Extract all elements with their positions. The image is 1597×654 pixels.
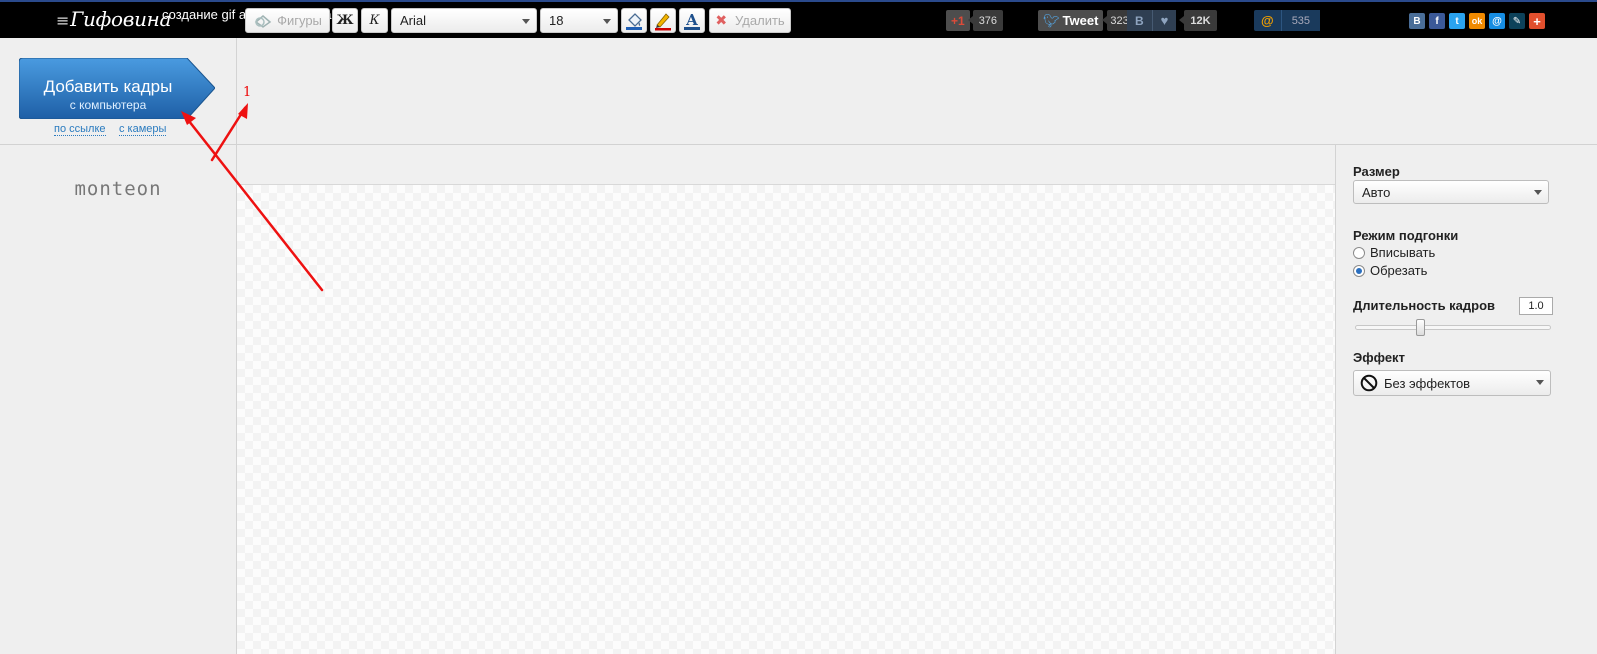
chevron-down-icon bbox=[1534, 190, 1542, 199]
shapes-button[interactable]: Фигуры bbox=[245, 8, 330, 33]
fill-color-button[interactable] bbox=[621, 8, 647, 33]
text-color-button[interactable]: A bbox=[679, 8, 705, 33]
tweet-share[interactable]: 🐦︎ Tweet 323 bbox=[1038, 10, 1132, 31]
italic-button[interactable]: К bbox=[361, 8, 388, 33]
right-panel-divider bbox=[1335, 145, 1336, 654]
twitter-bird-icon: 🐦︎ bbox=[1043, 12, 1060, 28]
gplus-button[interactable]: +1 bbox=[946, 10, 970, 31]
fit-mode-title: Режим подгонки bbox=[1353, 228, 1459, 243]
header-band bbox=[0, 38, 1597, 145]
paint-bucket-icon bbox=[626, 12, 642, 30]
stroke-color-button[interactable] bbox=[650, 8, 676, 33]
odnoklassniki-icon[interactable]: ok bbox=[1469, 13, 1485, 29]
add-frames-title: Добавить кадры bbox=[43, 77, 173, 96]
font-family-value: Arial bbox=[400, 13, 427, 28]
bold-button[interactable]: Ж bbox=[332, 8, 358, 33]
add-by-link[interactable]: по ссылке bbox=[54, 123, 106, 136]
editor-toolbar bbox=[237, 145, 1336, 185]
gplus-count: 376 bbox=[967, 10, 1004, 31]
chevron-down-icon bbox=[522, 19, 530, 28]
annotation-number: 1 bbox=[243, 85, 252, 100]
font-size-value: 18 bbox=[549, 13, 564, 28]
add-from-camera[interactable]: с камеры bbox=[119, 123, 167, 136]
tweet-label: Tweet bbox=[1062, 13, 1099, 28]
facebook-icon[interactable]: f bbox=[1429, 13, 1445, 29]
fit-option-crop[interactable]: Обрезать bbox=[1353, 263, 1427, 278]
mailru-button[interactable]: @ bbox=[1254, 10, 1281, 31]
delete-icon: ✖ bbox=[715, 12, 728, 28]
effect-select[interactable]: Без эффектов bbox=[1353, 370, 1551, 396]
vk-icon[interactable]: B bbox=[1409, 13, 1425, 29]
delete-label: Удалить bbox=[735, 13, 785, 28]
text-color-icon: A bbox=[684, 11, 700, 30]
effect-title: Эффект bbox=[1353, 350, 1405, 365]
effect-value: Без эффектов bbox=[1384, 375, 1471, 391]
vk-share[interactable]: B ♥ 12K bbox=[1127, 10, 1217, 31]
tweet-button[interactable]: 🐦︎ Tweet bbox=[1038, 10, 1104, 31]
add-frames-subtitle: с компьютера bbox=[69, 98, 147, 112]
top-bar: ≡Гифовина создание gif анимации онлайн +… bbox=[0, 0, 1597, 38]
vk-count: 12K bbox=[1179, 10, 1217, 31]
chevron-down-icon bbox=[603, 19, 611, 28]
livejournal-icon[interactable]: ✎ bbox=[1509, 13, 1525, 29]
duration-input[interactable]: 1.0 bbox=[1519, 297, 1553, 315]
editor-canvas[interactable] bbox=[237, 185, 1336, 654]
site-logo[interactable]: ≡Гифовина bbox=[56, 7, 171, 31]
mailru-share[interactable]: @ 535 bbox=[1254, 10, 1321, 31]
more-icon[interactable]: + bbox=[1529, 13, 1545, 29]
watermark-text: monteon bbox=[74, 178, 162, 200]
chevron-down-icon bbox=[1536, 380, 1544, 389]
social-icons: B f t ok @ ✎ + bbox=[1409, 13, 1545, 29]
add-frames-button[interactable]: Добавить кадры с компьютера bbox=[19, 58, 215, 119]
duration-slider-track[interactable] bbox=[1355, 325, 1551, 330]
shapes-label: Фигуры bbox=[277, 13, 322, 28]
pencil-icon bbox=[655, 12, 671, 30]
fit-option-label: Обрезать bbox=[1370, 263, 1428, 278]
logo-text: Гифовина bbox=[70, 7, 172, 31]
heart-icon[interactable]: ♥ bbox=[1151, 10, 1177, 31]
gplus-share[interactable]: +1 376 bbox=[946, 10, 1004, 31]
font-family-select[interactable]: Arial bbox=[391, 8, 537, 33]
size-title: Размер bbox=[1353, 164, 1400, 179]
twitter-icon[interactable]: t bbox=[1449, 13, 1465, 29]
radio-inscribe[interactable] bbox=[1353, 246, 1365, 259]
size-value: Авто bbox=[1362, 184, 1391, 200]
no-effect-icon bbox=[1360, 374, 1378, 392]
fit-option-label: Вписывать bbox=[1370, 245, 1436, 260]
gplus-label: +1 bbox=[951, 13, 965, 28]
mailru-count: 535 bbox=[1280, 10, 1321, 31]
font-size-select[interactable]: 18 bbox=[540, 8, 618, 33]
mailru-icon[interactable]: @ bbox=[1489, 13, 1505, 29]
radio-crop[interactable] bbox=[1353, 264, 1365, 277]
vk-button[interactable]: B bbox=[1127, 10, 1152, 31]
duration-title: Длительность кадров bbox=[1353, 298, 1496, 313]
fit-option-inscribe[interactable]: Вписывать bbox=[1353, 245, 1435, 260]
shapes-icon bbox=[254, 14, 272, 28]
delete-button[interactable]: ✖ Удалить bbox=[709, 8, 791, 33]
svg-text:A: A bbox=[685, 11, 698, 29]
size-select[interactable]: Авто bbox=[1353, 180, 1549, 204]
duration-slider-handle[interactable] bbox=[1415, 319, 1425, 336]
